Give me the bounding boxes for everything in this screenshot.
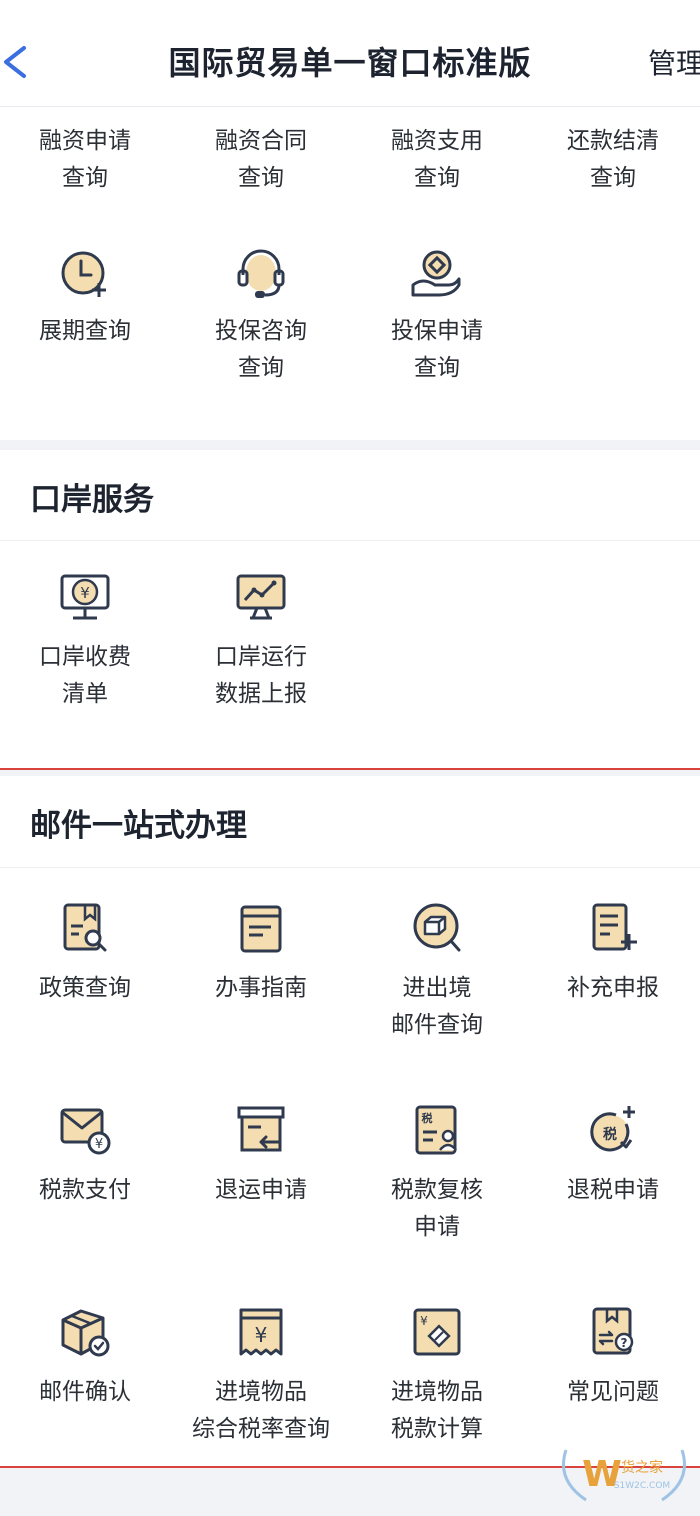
item-label: 查询	[238, 355, 284, 381]
faq[interactable]: ? 常见问题	[538, 1304, 688, 1411]
svg-text:¥: ¥	[420, 1314, 428, 1328]
finance-application-query[interactable]: 融资申请 查询	[10, 123, 160, 197]
item-label: 税款计算	[391, 1416, 483, 1442]
item-label: 查询	[414, 165, 460, 191]
page-title: 国际贸易单一窗口标准版	[168, 44, 532, 82]
watermark-brand: 货之家	[621, 1459, 663, 1476]
item-label: 常见问题	[567, 1379, 659, 1405]
item-label: 退运申请	[215, 1177, 307, 1203]
item-label: 查询	[238, 165, 284, 191]
item-label: 税款复核	[391, 1177, 483, 1203]
port-operation-report[interactable]: 口岸运行 数据上报	[186, 569, 336, 713]
item-label: 邮件查询	[391, 1012, 483, 1038]
mail-services-panel: 政策查询 办事指南 进出境 邮件查询 补充申报 ¥ 税款支付 退运申请 税 税款…	[0, 868, 700, 1468]
item-label: 清单	[62, 681, 108, 707]
tax-review-icon: 税	[415, 1105, 457, 1155]
port-services-panel: ¥ 口岸收费 清单 口岸运行 数据上报	[0, 541, 700, 769]
section-title: 口岸服务	[30, 482, 154, 518]
import-goods-tax-calc[interactable]: ¥ 进境物品 税款计算	[362, 1304, 512, 1448]
repayment-settle-query[interactable]: 还款结清 查询	[538, 123, 688, 197]
manage-button[interactable]: 管理	[648, 42, 700, 82]
tax-refund-apply[interactable]: 税 退税申请	[538, 1102, 688, 1209]
policy-query[interactable]: 政策查询	[10, 900, 160, 1007]
section-header-port: 口岸服务	[0, 450, 700, 541]
item-label: 口岸运行	[215, 644, 307, 670]
svg-text:¥: ¥	[255, 1323, 268, 1347]
tax-review-apply[interactable]: 税 税款复核 申请	[362, 1102, 512, 1246]
item-label: 投保申请	[391, 318, 483, 344]
item-label: 口岸收费	[39, 644, 131, 670]
item-label: 退税申请	[567, 1177, 659, 1203]
divider-red	[0, 768, 700, 770]
mail-inout-query[interactable]: 进出境 邮件查询	[362, 900, 512, 1044]
port-fee-list[interactable]: ¥ 口岸收费 清单	[10, 569, 160, 713]
item-label: 投保咨询	[215, 318, 307, 344]
hand-coin-icon	[411, 250, 461, 297]
item-label: 办事指南	[215, 975, 307, 1001]
receipt-yuan-icon: ¥	[239, 1308, 283, 1356]
document-search-icon	[63, 903, 107, 952]
item-label: 进出境	[402, 975, 472, 1001]
finance-drawdown-query[interactable]: 融资支用 查询	[362, 123, 512, 197]
section-header-mail: 邮件一站式办理	[0, 776, 700, 868]
service-guide[interactable]: 办事指南	[186, 900, 336, 1007]
item-label: 数据上报	[215, 681, 307, 707]
parcel-check-icon	[61, 1309, 110, 1357]
parcel-search-icon	[413, 903, 461, 952]
section-title: 邮件一站式办理	[30, 808, 247, 844]
extension-query[interactable]: 展期查询	[10, 245, 160, 350]
insurance-consult-query[interactable]: 投保咨询 查询	[186, 245, 336, 387]
return-shipment-apply[interactable]: 退运申请	[186, 1102, 336, 1209]
item-label: 补充申报	[567, 975, 659, 1001]
item-label: 融资申请	[39, 128, 131, 154]
item-label: 申请	[414, 1214, 460, 1240]
top-bar: 国际贸易单一窗口标准版 管理	[0, 0, 700, 107]
svg-text:¥: ¥	[80, 584, 90, 602]
svg-text:?: ?	[621, 1336, 628, 1350]
item-label: 邮件确认	[39, 1379, 131, 1405]
finance-panel: 融资申请 查询 融资合同 查询 融资支用 查询 还款结清 查询 展期查询 投保咨…	[0, 107, 700, 440]
item-label: 融资支用	[391, 128, 483, 154]
item-label: 综合税率查询	[192, 1416, 330, 1442]
headset-icon	[237, 249, 285, 298]
envelope-yuan-icon: ¥	[60, 1108, 111, 1155]
item-label: 政策查询	[39, 975, 131, 1001]
svg-text:税: 税	[422, 1111, 433, 1125]
insurance-apply-query[interactable]: 投保申请 查询	[362, 245, 512, 387]
item-label: 查询	[414, 355, 460, 381]
watermark-domain: S1W2C.COM	[614, 1481, 670, 1491]
svg-text:¥: ¥	[95, 1137, 103, 1152]
clock-plus-icon	[61, 251, 106, 297]
tax-calc-icon: ¥	[413, 1308, 461, 1356]
svg-text:税: 税	[603, 1126, 617, 1143]
guide-book-icon	[240, 905, 282, 953]
item-label: 查询	[62, 165, 108, 191]
item-label: 还款结清	[567, 128, 659, 154]
supplementary-declaration[interactable]: 补充申报	[538, 900, 688, 1007]
watermark-logo: W 货之家 S1W2C.COM	[562, 1449, 686, 1502]
item-label: 税款支付	[39, 1177, 131, 1203]
item-label: 融资合同	[215, 128, 307, 154]
monitor-yuan-icon: ¥	[60, 574, 110, 620]
finance-contract-query[interactable]: 融资合同 查询	[186, 123, 336, 197]
tax-refund-icon: 税	[590, 1106, 635, 1152]
faq-book-icon: ?	[592, 1307, 634, 1355]
mail-confirm[interactable]: 邮件确认	[10, 1304, 160, 1411]
item-label: 查询	[590, 165, 636, 191]
item-label: 展期查询	[39, 318, 131, 344]
monitor-chart-icon	[236, 574, 286, 620]
tax-payment[interactable]: ¥ 税款支付	[10, 1102, 160, 1209]
document-add-icon	[592, 903, 637, 951]
item-label: 进境物品	[215, 1379, 307, 1405]
return-box-icon	[237, 1106, 285, 1152]
item-label: 进境物品	[391, 1379, 483, 1405]
import-goods-rate-query[interactable]: ¥ 进境物品 综合税率查询	[186, 1304, 336, 1448]
